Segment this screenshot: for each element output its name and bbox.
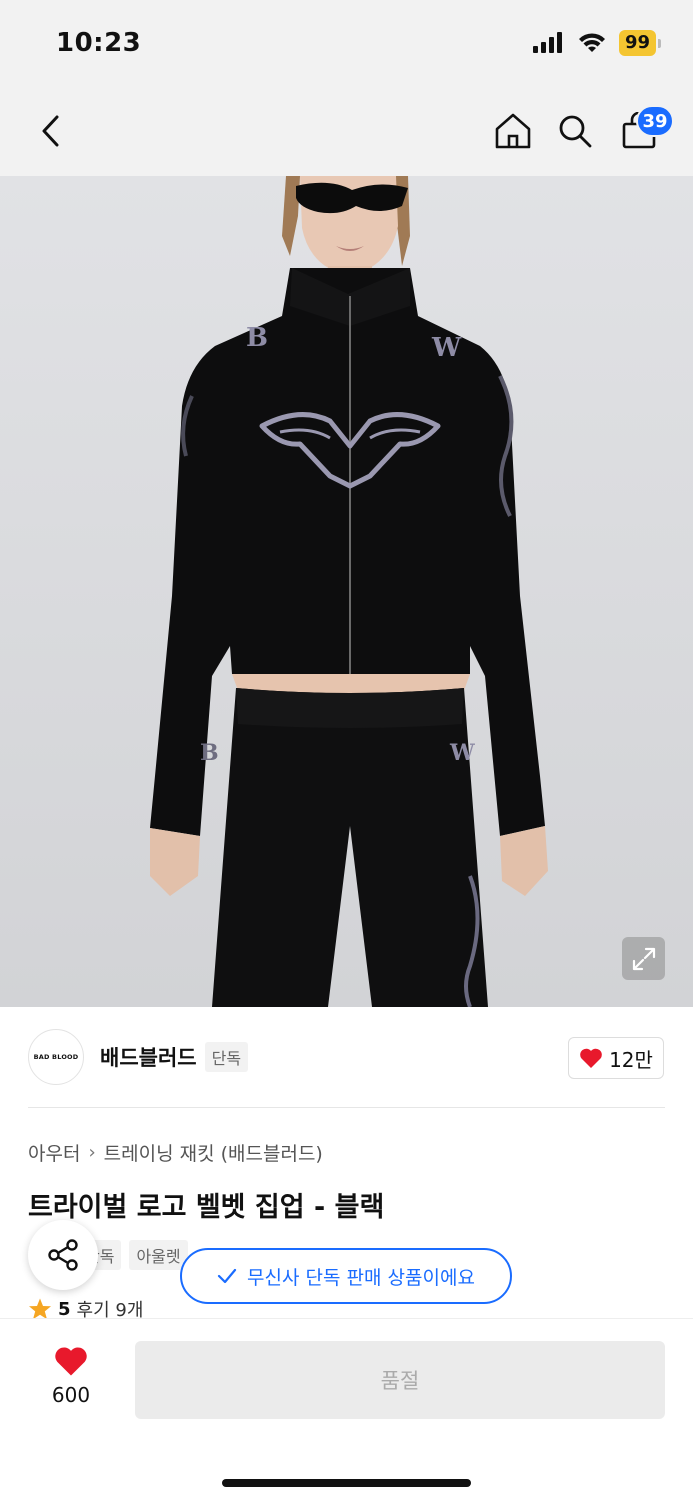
home-button[interactable] (488, 106, 538, 156)
breadcrumb-category[interactable]: 아우터 (28, 1139, 80, 1166)
svg-text:W: W (431, 333, 462, 363)
divider (28, 1107, 665, 1108)
battery-icon: 99 (618, 30, 661, 56)
product-like-button[interactable]: 600 (36, 1345, 106, 1407)
exclusive-notice-pill: 무신사 단독 판매 상품이에요 (180, 1248, 512, 1304)
breadcrumb: 아우터 › 트레이닝 재킷 (배드블러드) (28, 1139, 323, 1166)
battery-level: 99 (618, 30, 656, 56)
breadcrumb-subcategory[interactable]: 트레이닝 재킷 (배드블러드) (104, 1139, 323, 1166)
bottom-action-bar: 600 품절 (0, 1318, 693, 1500)
brand-logo-text: BAD BLOOD (33, 1053, 79, 1061)
top-nav: 39 (0, 88, 693, 176)
signal-icon (532, 32, 562, 53)
status-time: 10:23 (56, 28, 142, 58)
product-tag: 아울렛 (129, 1240, 188, 1270)
search-icon (559, 115, 592, 148)
brand-like-button[interactable]: 12만 (568, 1037, 664, 1079)
check-icon (217, 1268, 237, 1284)
svg-text:W: W (449, 740, 475, 766)
exclusive-notice-text: 무신사 단독 판매 상품이에요 (247, 1266, 475, 1289)
product-image[interactable]: B W B W (0, 176, 693, 1007)
expand-icon (632, 947, 655, 970)
product-title: 트라이벌 로고 벨벳 집업 - 블랙 (28, 1192, 385, 1223)
heart-icon (55, 1347, 87, 1376)
expand-image-button[interactable] (622, 937, 665, 980)
svg-text:B: B (200, 740, 219, 766)
search-button[interactable] (550, 106, 600, 156)
wifi-icon (578, 33, 605, 52)
soldout-button[interactable]: 품절 (135, 1341, 665, 1419)
brand-name[interactable]: 배드블러드 (100, 1042, 197, 1072)
heart-icon (580, 1048, 602, 1068)
brand-logo[interactable]: BAD BLOOD (28, 1029, 84, 1085)
status-icons: 99 (532, 30, 661, 56)
chevron-right-icon: › (88, 1142, 96, 1163)
back-button[interactable] (26, 106, 76, 156)
chevron-left-icon (42, 115, 59, 147)
svg-text:B: B (246, 323, 268, 353)
share-button[interactable] (28, 1220, 98, 1290)
rating-score: 5 (58, 1298, 71, 1320)
brand-like-count: 12만 (609, 1047, 653, 1072)
cart-count-badge: 39 (636, 105, 674, 137)
home-icon (495, 113, 531, 149)
home-indicator (222, 1479, 471, 1487)
share-icon (48, 1239, 78, 1271)
exclusive-tag: 단독 (204, 1042, 249, 1072)
product-like-count: 600 (51, 1383, 91, 1407)
status-bar: 10:23 99 (0, 0, 693, 88)
